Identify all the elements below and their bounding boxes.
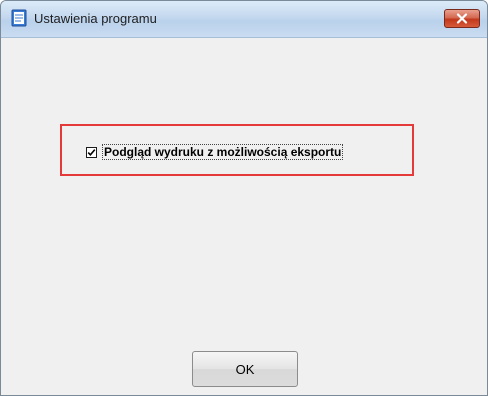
window-title: Ustawienia programu [34, 11, 157, 26]
print-preview-checkbox-row[interactable]: Podgląd wydruku z możliwością eksportu [86, 144, 344, 160]
title-bar[interactable]: Ustawienia programu [1, 1, 487, 38]
ok-button[interactable]: OK [192, 351, 298, 387]
print-preview-checkbox[interactable] [86, 146, 97, 158]
close-x-icon [456, 13, 468, 24]
print-preview-label[interactable]: Podgląd wydruku z możliwością eksportu [102, 144, 344, 160]
dialog-content: Podgląd wydruku z możliwością eksportu O… [8, 38, 480, 388]
notepad-icon [10, 9, 28, 27]
settings-dialog: Ustawienia programu Podgląd wydruku z mo… [0, 0, 488, 396]
checkmark-icon [87, 148, 96, 156]
close-button[interactable] [444, 9, 480, 28]
